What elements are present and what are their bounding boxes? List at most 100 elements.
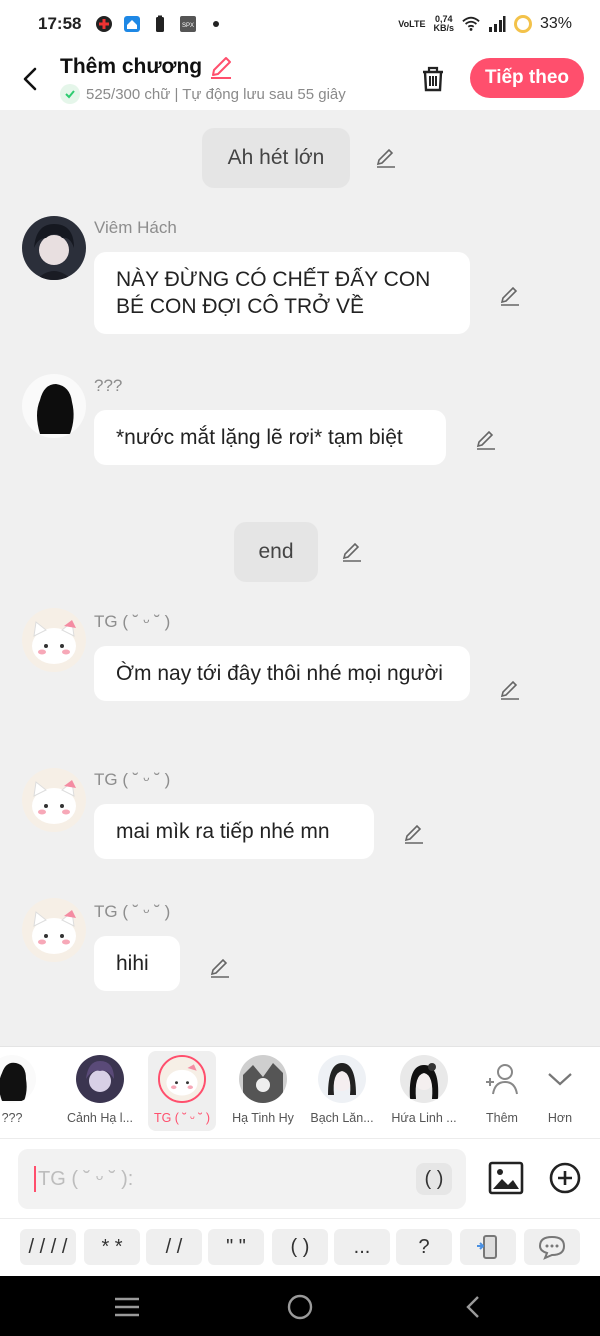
speaker-name: ??? xyxy=(94,376,123,395)
speaker-name: TG ( ˘ ᵕ ˘ ) xyxy=(94,612,171,631)
symbol-button[interactable]: ? xyxy=(396,1229,452,1265)
status-bar: 17:58 SPX VoLTE 0,74 KB/s 33% xyxy=(0,0,600,48)
avatar-silhouette-icon xyxy=(0,1055,36,1103)
next-button[interactable]: Tiếp theo xyxy=(470,58,584,98)
phone-button[interactable] xyxy=(460,1229,516,1265)
edit-icon[interactable] xyxy=(340,540,364,564)
system-nav-bar xyxy=(0,1276,600,1336)
signal-icon xyxy=(488,16,506,32)
speaker-name: TG ( ˘ ᵕ ˘ ) xyxy=(94,902,171,921)
pencil-icon[interactable] xyxy=(208,54,234,80)
svg-text:SPX: SPX xyxy=(182,23,194,29)
symbol-button[interactable]: ... xyxy=(334,1229,390,1265)
message-input[interactable]: TG ( ˘ ᵕ ˘ ): ( ) xyxy=(18,1149,466,1209)
trash-icon xyxy=(423,66,443,92)
image-icon[interactable] xyxy=(488,1161,524,1195)
avatar-cat-icon xyxy=(22,898,86,962)
speaker-name: TG ( ˘ ᵕ ˘ ) xyxy=(94,770,171,789)
input-bar: TG ( ˘ ᵕ ˘ ): ( ) xyxy=(0,1138,600,1218)
symbol-button[interactable]: / / xyxy=(146,1229,202,1265)
circle-home-icon xyxy=(287,1294,313,1320)
parentheses-button[interactable]: ( ) xyxy=(416,1163,452,1195)
avatar-canh-ha-icon xyxy=(76,1055,124,1103)
page-title: Thêm chương xyxy=(60,55,203,78)
edit-icon[interactable] xyxy=(498,678,522,702)
more-characters-button[interactable]: Hơn xyxy=(524,1055,596,1125)
chevron-left-icon xyxy=(23,67,37,91)
autosave-status: 525/300 chữ | Tự động lưu sau 55 giây xyxy=(86,85,346,103)
check-icon xyxy=(60,84,80,104)
app-icon xyxy=(96,16,113,32)
battery-percent: 33% xyxy=(539,15,572,32)
text-caret xyxy=(34,1166,36,1192)
character-item-selected[interactable]: TG ( ˘ ᵕ ˘ ) xyxy=(146,1055,218,1125)
editor-header: Thêm chương 525/300 chữ | Tự động lưu sa… xyxy=(0,48,600,110)
add-icon[interactable] xyxy=(548,1161,582,1195)
narration-bubble[interactable]: Ah hét lớn xyxy=(202,128,350,188)
home-icon xyxy=(124,16,141,32)
symbol-button[interactable]: / / / / xyxy=(20,1229,76,1265)
character-item[interactable]: ??? xyxy=(0,1055,48,1125)
chat-bubble-icon xyxy=(538,1235,566,1260)
edit-icon[interactable] xyxy=(374,146,398,170)
avatar-cat-icon xyxy=(22,608,86,672)
dot-icon xyxy=(213,21,220,27)
input-placeholder: TG ( ˘ ᵕ ˘ ): xyxy=(38,1167,134,1190)
character-item[interactable]: Hứa Linh ... xyxy=(388,1055,460,1125)
status-time: 17:58 xyxy=(38,14,82,33)
character-item[interactable]: Cảnh Hạ l... xyxy=(64,1055,136,1125)
symbol-button[interactable]: * * xyxy=(84,1229,140,1265)
avatar[interactable] xyxy=(22,216,86,280)
avatar-cat-icon xyxy=(22,768,86,832)
symbol-button[interactable]: ( ) xyxy=(272,1229,328,1265)
avatar-ha-tinh-hy-icon xyxy=(239,1055,287,1103)
avatar-bach-lan-icon xyxy=(318,1055,366,1103)
avatar[interactable] xyxy=(22,768,86,832)
battery-saver-icon xyxy=(156,15,165,32)
character-avatar xyxy=(239,1055,287,1103)
wifi-icon xyxy=(462,16,480,31)
speed-readout: 0,74 KB/s xyxy=(433,14,454,33)
network-label: VoLTE xyxy=(398,18,426,29)
chat-button[interactable] xyxy=(524,1229,580,1265)
character-avatar xyxy=(318,1055,366,1103)
avatar[interactable] xyxy=(22,374,86,438)
edit-icon[interactable] xyxy=(402,822,426,846)
dialogue-bubble[interactable]: hihi xyxy=(94,936,180,991)
chapter-content: Ah hét lớn Viêm Hách NÀY ĐỪNG CÓ CHẾT ĐẤ… xyxy=(0,110,600,1046)
narration-bubble[interactable]: end xyxy=(234,522,318,582)
edit-icon[interactable] xyxy=(474,428,498,452)
menu-icon xyxy=(115,1297,139,1317)
speaker-name: Viêm Hách xyxy=(94,218,177,237)
spx-icon: SPX xyxy=(180,16,197,32)
system-back-button[interactable] xyxy=(458,1292,488,1322)
battery-ring-icon xyxy=(513,15,532,33)
dialogue-bubble[interactable]: *nước mắt lặng lẽ rơi* tạm biệt xyxy=(94,410,446,465)
avatar-silhouette-icon xyxy=(22,374,86,438)
character-selector: ??? Cảnh Hạ l... TG ( ˘ ᵕ ˘ ) Hạ Tinh Hy… xyxy=(0,1046,600,1138)
chevron-left-icon xyxy=(466,1296,479,1318)
character-item[interactable]: Hạ Tinh Hy xyxy=(227,1055,299,1125)
back-button[interactable] xyxy=(0,48,60,110)
quick-symbols-bar: / / / / * * / / " " ( ) ... ? xyxy=(0,1218,600,1276)
character-avatar xyxy=(158,1055,206,1103)
edit-icon[interactable] xyxy=(498,284,522,308)
dialogue-bubble[interactable]: NÀY ĐỪNG CÓ CHẾT ĐẤY CON BÉ CON ĐỢI CÔ T… xyxy=(94,252,470,334)
avatar[interactable] xyxy=(22,608,86,672)
character-avatar xyxy=(0,1055,36,1103)
add-person-icon xyxy=(478,1055,526,1103)
home-button[interactable] xyxy=(285,1292,315,1322)
avatar-cat-icon xyxy=(160,1057,204,1101)
character-avatar xyxy=(76,1055,124,1103)
dialogue-bubble[interactable]: mai mìk ra tiếp nhé mn xyxy=(94,804,374,859)
dialogue-bubble[interactable]: Ờm nay tới đây thôi nhé mọi người xyxy=(94,646,470,701)
delete-button[interactable] xyxy=(416,62,450,96)
symbol-button[interactable]: " " xyxy=(208,1229,264,1265)
avatar[interactable] xyxy=(22,898,86,962)
character-item[interactable]: Bạch Lăn... xyxy=(306,1055,378,1125)
edit-icon[interactable] xyxy=(208,956,232,980)
chevron-down-icon xyxy=(536,1055,584,1103)
phone-icon xyxy=(477,1235,497,1259)
avatar-viem-hach-icon xyxy=(22,216,86,280)
menu-button[interactable] xyxy=(112,1292,142,1322)
